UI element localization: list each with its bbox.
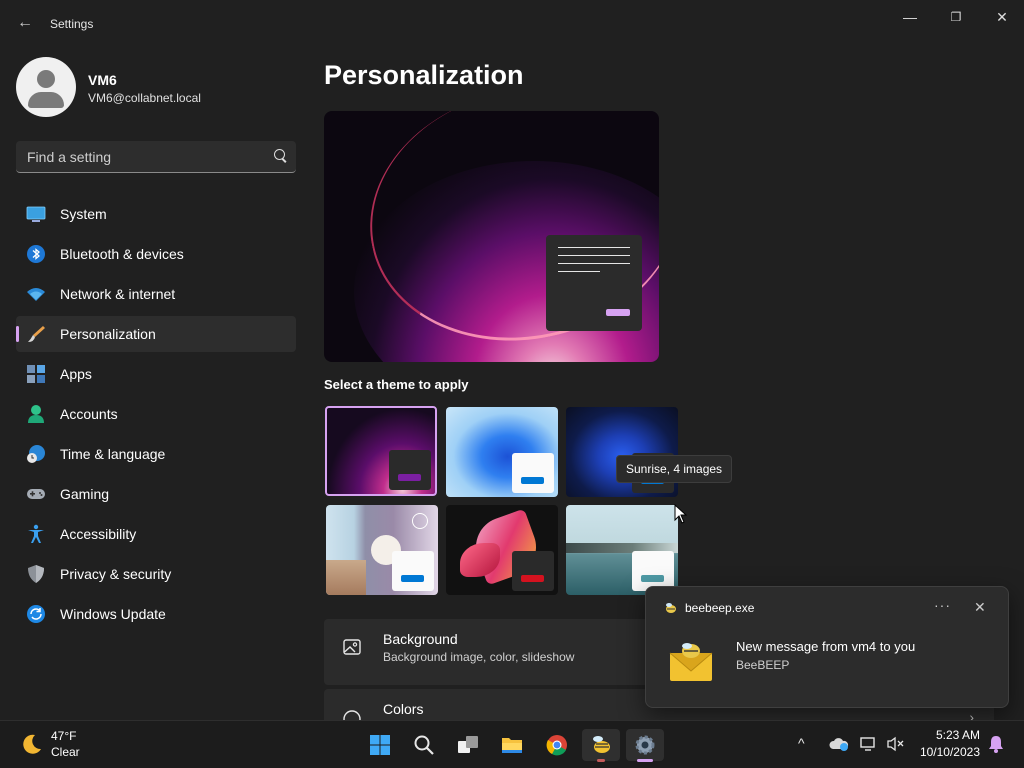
sidebar-item-label: Network & internet xyxy=(60,286,176,302)
person-icon xyxy=(28,405,44,423)
onedrive-icon[interactable] xyxy=(829,736,849,752)
chrome-button[interactable] xyxy=(538,729,576,761)
app-title: Settings xyxy=(50,17,94,31)
theme-preview xyxy=(324,111,659,362)
notification-message: New message from vm4 to you xyxy=(736,639,916,654)
user-name: VM6 xyxy=(88,72,117,88)
search-icon xyxy=(274,149,285,160)
card-subtitle: Background image, color, slideshow xyxy=(383,650,575,664)
wifi-icon xyxy=(27,288,45,301)
sidebar-item-label: Bluetooth & devices xyxy=(60,246,184,262)
beebeep-app-icon xyxy=(666,603,676,613)
chrome-icon xyxy=(546,735,567,756)
moon-icon[interactable] xyxy=(19,732,43,756)
close-button[interactable]: ✕ xyxy=(979,6,1024,28)
slideshow-icon xyxy=(412,513,428,529)
image-icon xyxy=(343,639,361,655)
avatar[interactable] xyxy=(16,57,76,117)
weather-description[interactable]: Clear xyxy=(51,745,80,759)
card-title: Background xyxy=(383,631,458,647)
clock-date[interactable]: 10/10/2023 xyxy=(900,745,980,759)
task-view-icon xyxy=(458,736,478,753)
themes-heading: Select a theme to apply xyxy=(324,377,469,392)
sidebar-item-accessibility[interactable]: Accessibility xyxy=(16,516,296,552)
search-input[interactable]: Find a setting xyxy=(16,141,296,173)
sidebar-item-label: Privacy & security xyxy=(60,566,172,582)
sidebar-item-label: Windows Update xyxy=(60,606,166,622)
more-options-button[interactable]: ··· xyxy=(934,597,951,613)
clock-time[interactable]: 5:23 AM xyxy=(920,728,980,742)
settings-window: ← Settings — ❐ ✕ VM6 VM6@collabnet.local… xyxy=(0,0,1024,720)
title-bar: ← Settings — ❐ ✕ xyxy=(0,0,1024,48)
sidebar-item-label: Time & language xyxy=(60,446,166,462)
minimize-button[interactable]: — xyxy=(887,6,933,28)
back-button[interactable]: ← xyxy=(14,12,36,34)
sidebar-item-personalization[interactable]: Personalization xyxy=(16,316,296,352)
update-icon xyxy=(27,605,45,623)
maximize-button[interactable]: ❐ xyxy=(933,6,979,28)
beebeep-button[interactable] xyxy=(582,729,620,762)
monitor-icon xyxy=(26,206,46,222)
sidebar-item-time-language[interactable]: Time & language xyxy=(16,436,296,472)
notification-source: BeeBEEP xyxy=(736,658,790,672)
task-view-button[interactable] xyxy=(449,729,487,761)
clock-globe-icon xyxy=(27,445,45,463)
start-button[interactable] xyxy=(361,729,399,761)
sidebar-item-gaming[interactable]: Gaming xyxy=(16,476,296,512)
theme-tooltip: Sunrise, 4 images xyxy=(616,455,733,483)
theme-tile-windows-dark-bloom[interactable] xyxy=(566,407,678,497)
sidebar-item-privacy[interactable]: Privacy & security xyxy=(16,556,296,592)
taskbar: 47°F Clear ^ 5:23 AM 10/10/2023 xyxy=(0,720,1024,768)
settings-button[interactable] xyxy=(626,729,664,762)
theme-tile-sunrise[interactable] xyxy=(566,505,678,595)
sidebar-item-label: Personalization xyxy=(60,326,156,342)
sidebar-item-network[interactable]: Network & internet xyxy=(16,276,296,312)
apps-icon xyxy=(27,365,45,383)
accessibility-icon xyxy=(28,524,44,543)
card-title: Colors xyxy=(383,701,424,717)
brush-icon xyxy=(28,326,45,342)
theme-tile-windows-dark-glow[interactable] xyxy=(325,406,437,496)
sidebar-item-label: Gaming xyxy=(60,486,110,502)
sidebar-item-label: Accounts xyxy=(60,406,118,422)
file-explorer-icon xyxy=(502,738,522,753)
tray-overflow-chevron-icon[interactable]: ^ xyxy=(798,735,805,751)
palette-icon xyxy=(343,710,361,720)
theme-tile-flow[interactable] xyxy=(446,505,558,595)
shield-icon xyxy=(28,565,44,583)
weather-temperature[interactable]: 47°F xyxy=(51,729,76,743)
settings-icon xyxy=(635,735,655,755)
notification-app-name: beebeep.exe xyxy=(685,601,755,615)
mouse-cursor-icon xyxy=(674,504,688,524)
mail-envelope-icon xyxy=(669,643,713,681)
preview-window xyxy=(546,235,642,331)
network-icon[interactable] xyxy=(860,736,880,752)
dismiss-button[interactable]: ✕ xyxy=(974,599,986,616)
notification-bell-icon[interactable] xyxy=(988,735,1004,753)
search-icon xyxy=(414,735,434,755)
notification-toast[interactable]: beebeep.exe ··· ✕ New message from vm4 t… xyxy=(645,586,1009,708)
sidebar-item-system[interactable]: System xyxy=(16,196,296,232)
page-title: Personalization xyxy=(324,60,524,90)
user-email: VM6@collabnet.local xyxy=(88,91,201,105)
sidebar-item-label: Apps xyxy=(60,366,92,382)
bluetooth-icon xyxy=(27,245,45,263)
theme-tile-captured-motion[interactable] xyxy=(326,505,438,595)
taskbar-search-button[interactable] xyxy=(405,729,443,761)
theme-tile-windows-light-bloom[interactable] xyxy=(446,407,558,497)
start-icon xyxy=(370,735,390,755)
sidebar-item-label: System xyxy=(60,206,107,222)
chevron-right-icon: › xyxy=(969,709,974,720)
gamepad-icon xyxy=(27,489,45,499)
sidebar-item-accounts[interactable]: Accounts xyxy=(16,396,296,432)
selection-indicator xyxy=(16,326,19,342)
file-explorer-button[interactable] xyxy=(493,729,531,761)
beebeep-icon xyxy=(593,736,610,753)
sidebar-item-bluetooth[interactable]: Bluetooth & devices xyxy=(16,236,296,272)
sidebar-item-label: Accessibility xyxy=(60,526,137,542)
search-placeholder: Find a setting xyxy=(27,149,112,165)
sidebar-item-windows-update[interactable]: Windows Update xyxy=(16,596,296,632)
sidebar-item-apps[interactable]: Apps xyxy=(16,356,296,392)
